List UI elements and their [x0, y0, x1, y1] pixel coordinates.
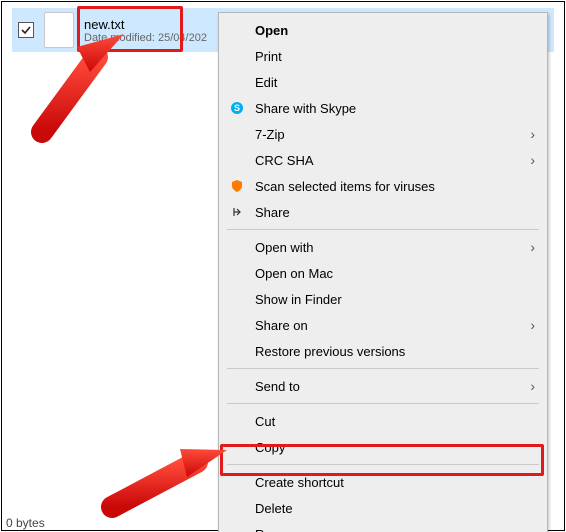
checkbox[interactable] [18, 22, 34, 38]
status-bar-text: 0 bytes [6, 516, 45, 530]
chevron-right-icon: › [530, 126, 535, 142]
chevron-right-icon: › [530, 152, 535, 168]
svg-text:S: S [234, 103, 240, 113]
menu-delete[interactable]: Delete [221, 495, 545, 521]
chevron-right-icon: › [530, 317, 535, 333]
separator [227, 368, 539, 369]
separator [227, 464, 539, 465]
menu-create-shortcut[interactable]: Create shortcut [221, 469, 545, 495]
menu-edit[interactable]: Edit [221, 69, 545, 95]
menu-print[interactable]: Print [221, 43, 545, 69]
check-icon [21, 25, 31, 35]
menu-copy[interactable]: Copy [221, 434, 545, 460]
file-meta: new.txt Date modified: 25/04/202 [84, 17, 207, 44]
menu-share-on[interactable]: Share on› [221, 312, 545, 338]
separator [227, 229, 539, 230]
file-name: new.txt [84, 17, 207, 32]
separator [227, 403, 539, 404]
menu-show-in-finder[interactable]: Show in Finder [221, 286, 545, 312]
menu-open-on-mac[interactable]: Open on Mac [221, 260, 545, 286]
menu-open-with[interactable]: Open with› [221, 234, 545, 260]
menu-restore-versions[interactable]: Restore previous versions [221, 338, 545, 364]
file-date: Date modified: 25/04/202 [84, 32, 207, 44]
context-menu: Open Print Edit S Share with Skype 7-Zip… [218, 12, 548, 532]
arrow-icon [112, 449, 227, 507]
chevron-right-icon: › [530, 378, 535, 394]
menu-scan-viruses[interactable]: Scan selected items for viruses [221, 173, 545, 199]
skype-icon: S [229, 100, 245, 116]
menu-share-skype[interactable]: S Share with Skype [221, 95, 545, 121]
menu-open[interactable]: Open [221, 17, 545, 43]
menu-crc-sha[interactable]: CRC SHA› [221, 147, 545, 173]
window: new.txt Date modified: 25/04/202 Open Pr… [1, 1, 565, 531]
chevron-right-icon: › [530, 239, 535, 255]
shield-icon [229, 178, 245, 194]
share-icon [229, 204, 245, 220]
menu-rename[interactable]: Rename [221, 521, 545, 532]
menu-cut[interactable]: Cut [221, 408, 545, 434]
menu-send-to[interactable]: Send to› [221, 373, 545, 399]
menu-share[interactable]: Share [221, 199, 545, 225]
file-icon [44, 12, 74, 48]
menu-7zip[interactable]: 7-Zip› [221, 121, 545, 147]
